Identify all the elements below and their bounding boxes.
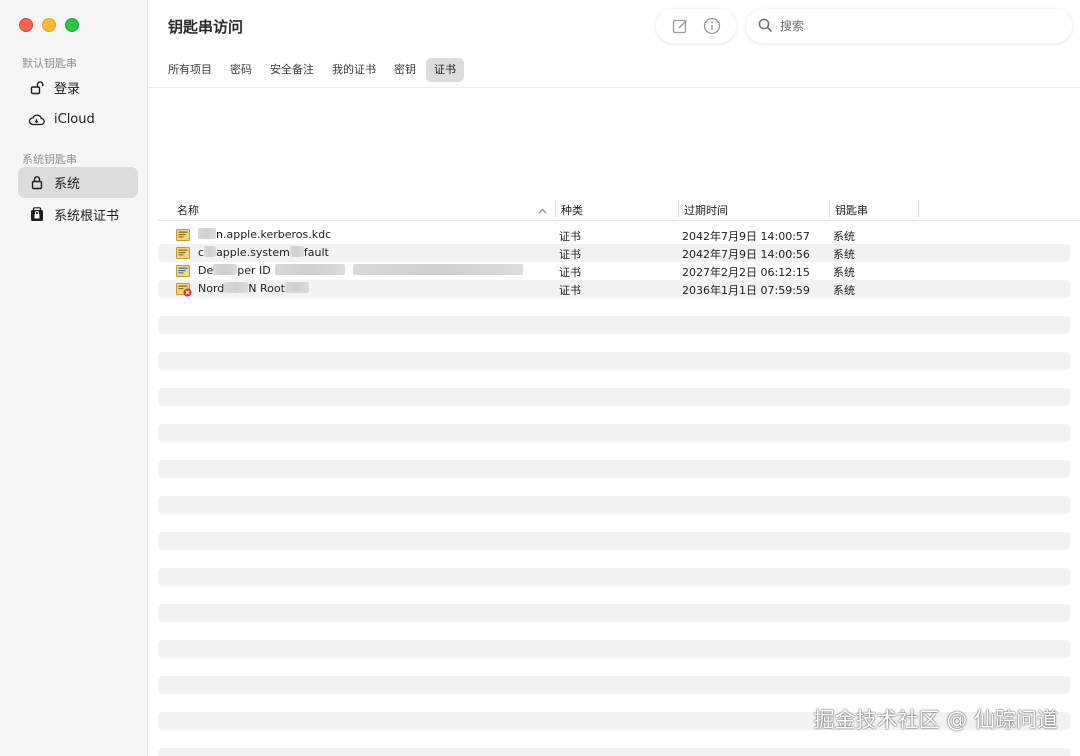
certificate-keychain: 系统 [833, 266, 855, 279]
sidebar-item-system-roots[interactable]: 系统根证书 [18, 199, 138, 230]
sidebar-item-label: 系统 [54, 177, 81, 192]
tabs-divider [148, 87, 1080, 88]
column-header-expires[interactable]: 过期时间 [684, 202, 728, 218]
sidebar: 默认钥匙串 登录 iCloud 系统钥匙串 系统 系统根证书 [0, 0, 148, 756]
certificate-kind: 证书 [559, 230, 581, 243]
redacted-text [274, 264, 345, 275]
certificate-kind: 证书 [559, 248, 581, 261]
certificate-icon [176, 229, 190, 241]
tab-my-certificates[interactable]: 我的证书 [324, 58, 384, 82]
empty-row [158, 676, 1070, 694]
table-row[interactable]: n.apple.kerberos.kdc 证书 2042年7月9日 14:00:… [158, 226, 1070, 244]
sidebar-item-system[interactable]: 系统 [18, 167, 138, 198]
certificate-expiry: 2042年7月9日 14:00:56 [682, 248, 810, 261]
column-header-kind[interactable]: 种类 [561, 202, 583, 218]
empty-row [158, 460, 1070, 478]
certificate-keychain: 系统 [833, 230, 855, 243]
empty-row [158, 352, 1070, 370]
certificate-list: n.apple.kerberos.kdc 证书 2042年7月9日 14:00:… [158, 226, 1070, 756]
unlocked-padlock-icon [28, 79, 45, 96]
tab-secure-notes[interactable]: 安全备注 [262, 58, 322, 82]
empty-row [158, 496, 1070, 514]
watermark: 掘金技术社区 @ 仙踪问道 [813, 708, 1058, 732]
sidebar-item-label: iCloud [54, 112, 95, 127]
table-row[interactable]: Nord N Root 证书 2036年1月1日 07:59:59 系统 [158, 280, 1070, 298]
certificate-expiry: 2036年1月1日 07:59:59 [682, 284, 810, 297]
cloud-icon [28, 111, 45, 128]
table-header: 名称 种类 过期时间 钥匙串 [158, 198, 1080, 221]
empty-row [158, 748, 1070, 756]
zoom-window-button[interactable] [65, 18, 79, 32]
certificate-keychain: 系统 [833, 284, 855, 297]
certificate-kind: 证书 [559, 266, 581, 279]
column-divider[interactable] [918, 200, 919, 217]
certificate-icon [176, 247, 190, 259]
redacted-text [224, 282, 249, 293]
certificate-invalid-icon [176, 283, 192, 297]
column-divider[interactable] [555, 200, 556, 217]
redacted-text [198, 228, 216, 239]
empty-row [158, 640, 1070, 658]
empty-row [158, 388, 1070, 406]
empty-row [158, 532, 1070, 550]
default-keychains-heading: 默认钥匙串 [22, 57, 77, 70]
system-keychains-heading: 系统钥匙串 [22, 153, 77, 166]
window-controls [19, 18, 79, 32]
empty-row [158, 316, 1070, 334]
empty-row [158, 424, 1070, 442]
window-title: 钥匙串访问 [168, 18, 244, 36]
table-row[interactable]: c apple.system fault 证书 2042年7月9日 14:00:56… [158, 244, 1070, 262]
column-divider[interactable] [678, 200, 679, 217]
certificate-kind: 证书 [559, 284, 581, 297]
certificate-name: n.apple.kerberos.kdc [198, 228, 331, 241]
table-row[interactable]: De per ID 证书 2027年2月2日 06:12:15 系统 [158, 262, 1070, 280]
certificate-name: c apple.system fault [198, 246, 329, 259]
toolbar-actions [656, 9, 736, 43]
empty-row [158, 604, 1070, 622]
search-field[interactable] [746, 9, 1072, 43]
redacted-text [352, 264, 523, 275]
sidebar-item-login[interactable]: 登录 [18, 72, 138, 103]
redacted-text [284, 282, 309, 293]
certificate-expiry: 2027年2月2日 06:12:15 [682, 266, 810, 279]
sidebar-item-icloud[interactable]: iCloud [18, 104, 138, 135]
certificate-blue-icon [176, 265, 190, 277]
column-header-name[interactable]: 名称 [177, 202, 199, 218]
certificate-name: Nord N Root [198, 282, 309, 295]
close-window-button[interactable] [19, 18, 33, 32]
tab-passwords[interactable]: 密码 [222, 58, 260, 82]
tab-certificates[interactable]: 证书 [426, 58, 464, 82]
padlock-icon [28, 174, 45, 191]
cabinet-lock-icon [28, 206, 45, 223]
chevron-up-icon[interactable] [538, 204, 547, 217]
search-input[interactable] [780, 19, 1040, 33]
certificate-keychain: 系统 [833, 248, 855, 261]
sidebar-item-label: 登录 [54, 82, 81, 97]
sidebar-item-label: 系统根证书 [54, 209, 120, 224]
redacted-text [213, 264, 238, 275]
search-icon [758, 17, 772, 36]
column-header-keychain[interactable]: 钥匙串 [835, 202, 868, 218]
minimize-window-button[interactable] [42, 18, 56, 32]
certificate-name: De per ID [198, 264, 523, 277]
compose-icon[interactable] [670, 16, 690, 36]
info-icon[interactable] [702, 16, 722, 36]
category-tabs: 所有项目 密码 安全备注 我的证书 密钥 证书 [160, 58, 464, 82]
empty-row [158, 568, 1070, 586]
certificate-expiry: 2042年7月9日 14:00:57 [682, 230, 810, 243]
tab-all-items[interactable]: 所有项目 [160, 58, 220, 82]
tab-keys[interactable]: 密钥 [386, 58, 424, 82]
column-divider[interactable] [829, 200, 830, 217]
redacted-text [204, 246, 217, 257]
redacted-text [289, 246, 304, 257]
